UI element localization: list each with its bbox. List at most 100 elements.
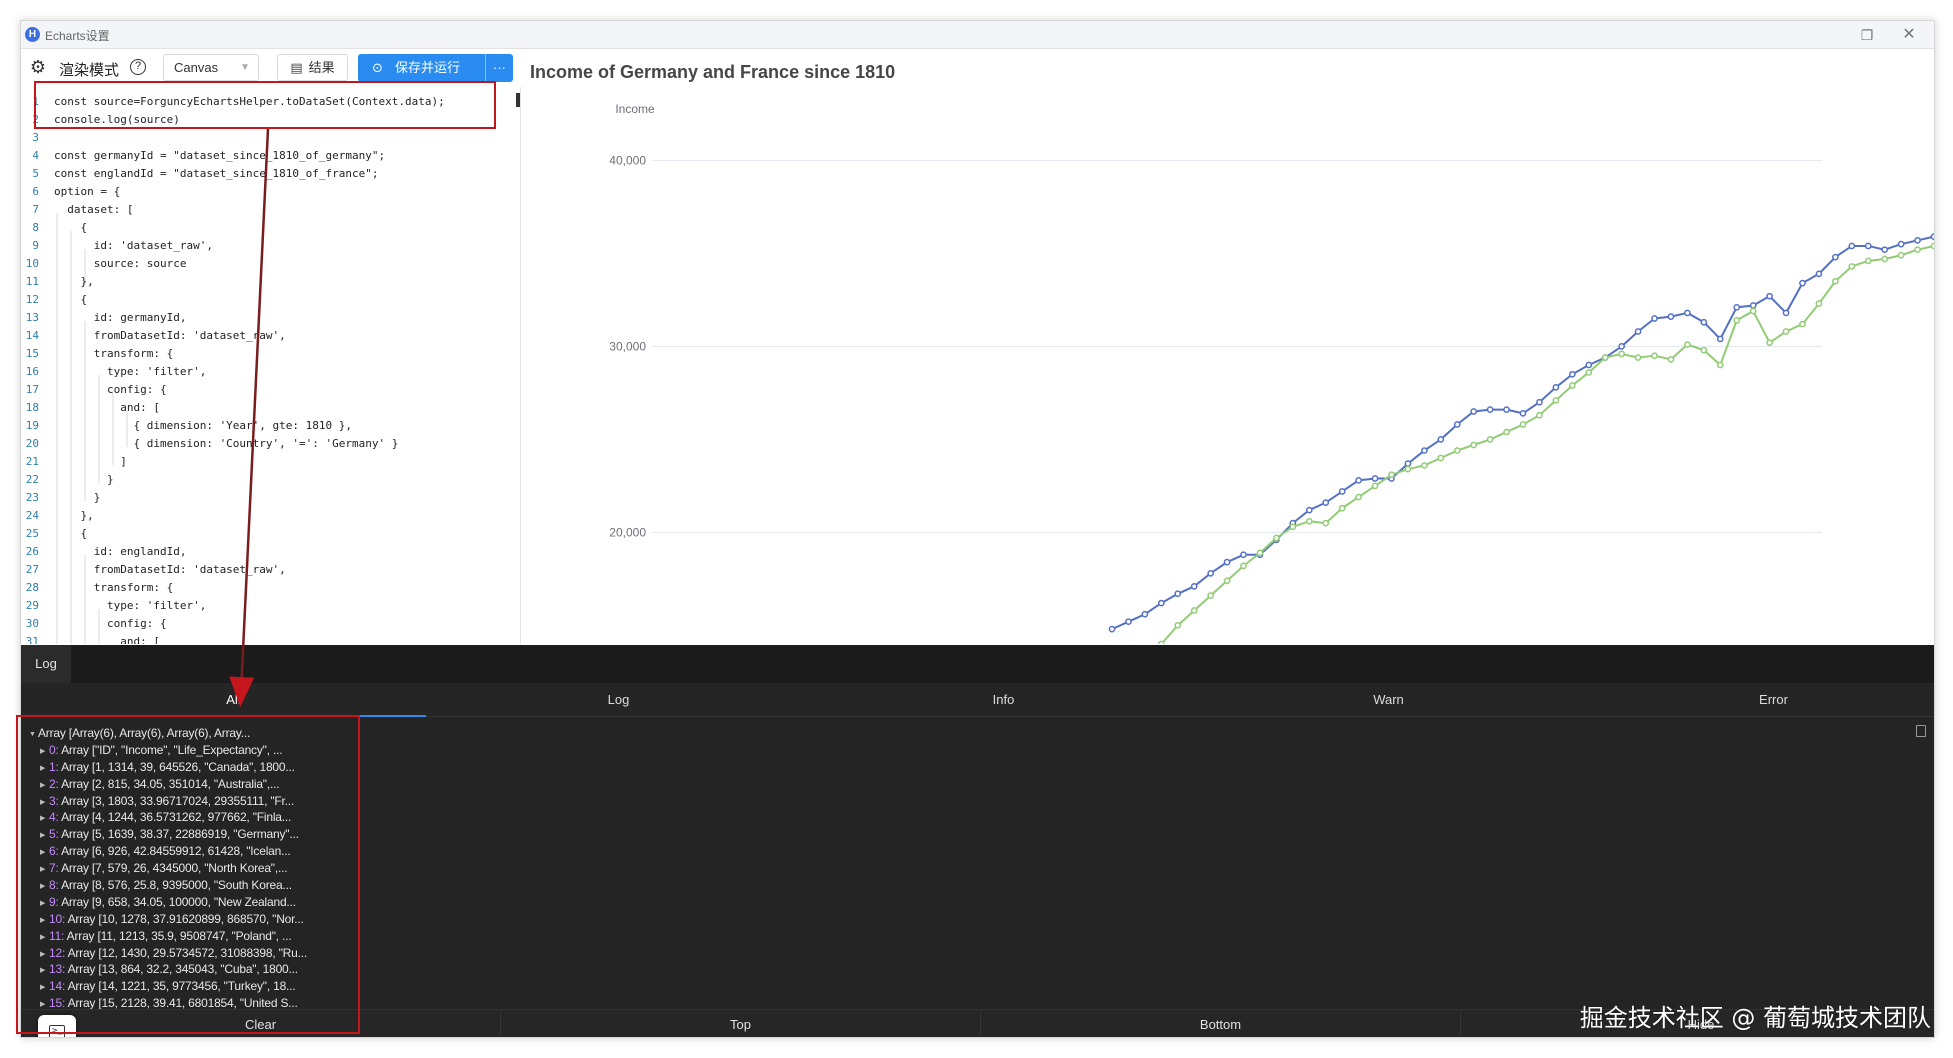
code-line: 4 const germanyId = "dataset_since_1810_o…: [21, 147, 520, 165]
log-entry-text: Array [6, 926, 42.84559912, 61428, "Icel…: [58, 844, 291, 859]
line-number: 28: [25, 581, 39, 594]
data-point: [1338, 488, 1346, 495]
data-point: [1174, 590, 1182, 598]
terminal-toggle-button[interactable]: >_: [38, 1015, 76, 1037]
code-text: }: [54, 473, 114, 486]
filter-log[interactable]: Log: [426, 683, 811, 717]
help-icon[interactable]: ?: [130, 59, 146, 75]
console-tab-log[interactable]: Log: [21, 645, 71, 683]
code-text: }: [54, 491, 101, 504]
data-point: [1421, 462, 1428, 469]
data-point: [1536, 411, 1543, 419]
code-text: {: [54, 293, 88, 306]
code-line: 5 const englandId = "dataset_since_1810_o…: [21, 165, 520, 183]
log-root-text: Array [Array(6), Array(6), Array(6), Arr…: [38, 726, 251, 740]
copy-icon[interactable]: [1916, 725, 1926, 737]
log-array-entry[interactable]: ▶ 7: Array [7, 579, 26, 4345000, "North K…: [26, 860, 356, 877]
bottom-button[interactable]: Bottom: [981, 1010, 1461, 1037]
data-point: [1848, 263, 1856, 270]
data-point: [1552, 383, 1560, 391]
data-point: [1453, 421, 1461, 428]
line-number: 25: [25, 527, 39, 540]
log-array-entry[interactable]: ▶ 12: Array [12, 1430, 29.5734572, 310883…: [26, 945, 356, 962]
line-number: 13: [25, 311, 39, 324]
log-array-entry[interactable]: ▶ 3: Array [3, 1803, 33.96717024, 2935511…: [26, 793, 356, 810]
line-number: 23: [25, 491, 39, 504]
log-array-entry[interactable]: ▶ 14: Array [14, 1221, 35, 9773456, "Turk…: [26, 978, 356, 995]
data-point: [1371, 475, 1379, 482]
top-button[interactable]: Top: [501, 1010, 981, 1037]
code-editor[interactable]: 1 const source=ForguncyEchartsHelper.toDa…: [21, 87, 521, 644]
log-entry-index: 2:: [49, 776, 59, 791]
code-text: },: [54, 509, 94, 522]
log-array-entry[interactable]: ▶ 9: Array [9, 658, 34.05, 100000, "New Z…: [26, 894, 356, 911]
code-line: 20 { dimension: 'Country', '=': 'Germany…: [21, 435, 520, 453]
log-entry-index: 1:: [49, 759, 59, 774]
data-point: [1700, 318, 1708, 326]
log-array-entry[interactable]: ▶ 10: Array [10, 1278, 37.91620899, 86857…: [26, 911, 356, 928]
more-options-button[interactable]: ···: [485, 54, 513, 82]
render-mode-select[interactable]: Canvas ▼: [163, 54, 259, 81]
render-mode-label: 渲染模式: [59, 62, 120, 79]
line-number: 14: [25, 329, 39, 342]
log-array-entry[interactable]: ▶ 13: Array [13, 864, 32.2, 345043, "Cuba…: [26, 961, 356, 978]
collapsed-triangle-icon: ▶: [40, 747, 46, 755]
data-point: [1815, 300, 1823, 307]
data-point: [1338, 504, 1346, 512]
log-array-entry[interactable]: ▶ 0: Array ["ID", "Income", "Life_Expecta…: [26, 742, 356, 759]
collapsed-triangle-icon: ▶: [40, 950, 46, 958]
restore-window-icon[interactable]: ❐: [1856, 24, 1878, 46]
filter-info[interactable]: Info: [811, 683, 1196, 717]
log-array-entry[interactable]: ▶ 2: Array [2, 815, 34.05, 351014, "Austr…: [26, 776, 356, 793]
log-entry-index: 10:: [49, 911, 66, 926]
filter-warn[interactable]: Warn: [1196, 683, 1581, 717]
code-line: 27 fromDatasetId: 'dataset_raw',: [21, 561, 520, 579]
code-text: id: 'dataset_raw',: [54, 239, 213, 252]
log-items: ▶ 0: Array ["ID", "Income", "Life_Expecta…: [26, 742, 356, 1012]
code-line: 22 }: [21, 471, 520, 489]
close-window-icon[interactable]: ✕: [1898, 24, 1920, 46]
log-filter-bar: All Log Info Warn Error: [21, 683, 1934, 717]
chart-preview: Income of Germany and France since 1810 I…: [522, 50, 1934, 644]
code-text: fromDatasetId: 'dataset_raw',: [54, 329, 286, 342]
collapsed-triangle-icon: ▶: [40, 849, 46, 857]
data-point: [1568, 370, 1576, 378]
data-point: [1437, 436, 1445, 443]
log-array-entry[interactable]: ▶ 11: Array [11, 1213, 35.9, 9508747, "Po…: [26, 928, 356, 945]
filter-error[interactable]: Error: [1581, 683, 1934, 717]
line-number: 11: [25, 275, 39, 288]
log-array-entry[interactable]: ▶ 5: Array [5, 1639, 38.37, 22886919, "Ge…: [26, 826, 356, 843]
code-line: 19 { dimension: 'Year', gte: 1810 },: [21, 417, 520, 435]
log-array-entry[interactable]: ▶ 6: Array [6, 926, 42.84559912, 61428, "…: [26, 843, 356, 860]
editor-scroll-marker: [516, 93, 520, 107]
log-root-entry[interactable]: ▼ Array [Array(6), Array(6), Array(6), Ar…: [26, 725, 356, 742]
data-point: [1322, 519, 1330, 527]
log-entry-index: 14:: [49, 979, 66, 994]
echarts-settings-window: H Echarts设置 ❐ ✕ ⚙ 渲染模式 ? Canvas ▼ ▤ 结果 ⊙ …: [20, 20, 1935, 1038]
log-entry-text: Array ["ID", "Income", "Life_Expectancy"…: [58, 742, 283, 757]
expanded-triangle-icon: ▼: [29, 731, 36, 738]
data-point: [1157, 599, 1165, 607]
title-bar: H Echarts设置 ❐ ✕: [21, 21, 1934, 49]
data-point: [1503, 406, 1510, 413]
collapsed-triangle-icon: ▶: [40, 899, 46, 907]
code-line: 25 {: [21, 525, 520, 543]
data-point: [1799, 279, 1806, 287]
data-point: [1519, 410, 1527, 417]
result-button[interactable]: ▤ 结果: [277, 54, 348, 81]
collapsed-triangle-icon: ▶: [40, 984, 46, 992]
save-and-run-button[interactable]: ⊙ 保存并运行 ···: [358, 54, 513, 82]
log-array-entry[interactable]: ▶ 8: Array [8, 576, 25.8, 9395000, "South…: [26, 877, 356, 894]
gear-icon[interactable]: ⚙: [27, 56, 49, 78]
code-line: 3: [21, 129, 520, 147]
play-circle-icon: ⊙: [372, 60, 383, 75]
log-array-entry[interactable]: ▶ 4: Array [4, 1244, 36.5731262, 977662, …: [26, 809, 356, 826]
code-text: and: [: [54, 401, 160, 414]
data-point: [1700, 346, 1708, 354]
data-point: [1914, 237, 1921, 244]
clear-button[interactable]: Clear: [21, 1010, 501, 1037]
log-array-entry[interactable]: ▶ 1: Array [1, 1314, 39, 645526, "Canada"…: [26, 759, 356, 776]
data-point: [1667, 356, 1675, 363]
filter-all[interactable]: All: [41, 683, 426, 717]
log-entry-text: Array [10, 1278, 37.91620899, 868570, "N…: [65, 911, 304, 926]
